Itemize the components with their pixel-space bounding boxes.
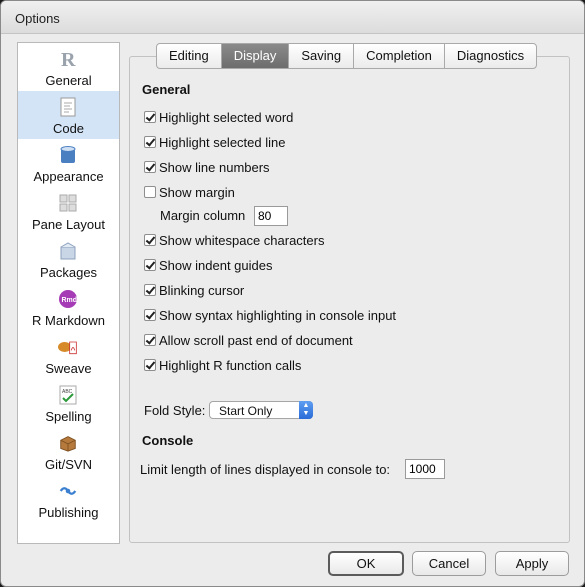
option-show-indent-guides[interactable]: Show indent guides — [144, 256, 272, 274]
option-show-margin[interactable]: Show margin — [144, 183, 235, 201]
option-label: Show margin — [159, 184, 235, 200]
r-logo-icon: R — [58, 49, 78, 69]
sidebar-item-general[interactable]: R General — [18, 43, 119, 91]
option-label: Show indent guides — [159, 257, 273, 273]
option-label: Blinking cursor — [159, 282, 245, 298]
spellcheck-icon: ABC — [58, 385, 78, 405]
fold-style-select[interactable]: Start Only ▲ ▼ — [209, 401, 313, 419]
option-highlight-selected-line[interactable]: Highlight selected line — [144, 133, 285, 151]
rmd-icon: Rmd — [58, 289, 78, 309]
sidebar-item-spelling[interactable]: ABC Spelling — [18, 379, 119, 427]
checkbox[interactable] — [144, 334, 156, 346]
sidebar-item-git-svn[interactable]: Git/SVN — [18, 427, 119, 475]
sidebar-item-r-markdown[interactable]: Rmd R Markdown — [18, 283, 119, 331]
checkbox[interactable] — [144, 161, 156, 173]
svg-text:ABC: ABC — [62, 389, 73, 395]
chevron-updown-icon: ▲ ▼ — [299, 401, 313, 419]
checkbox[interactable] — [144, 111, 156, 123]
sidebar-item-pane-layout[interactable]: Pane Layout — [18, 187, 119, 235]
git-box-icon — [58, 433, 78, 453]
checkbox[interactable] — [144, 136, 156, 148]
option-label: Highlight selected word — [159, 109, 294, 125]
fold-style-label: Fold Style: — [144, 403, 206, 418]
option-scroll-past-end[interactable]: Allow scroll past end of document — [144, 331, 353, 349]
sidebar-item-label: Appearance — [33, 169, 104, 184]
svg-text:R: R — [61, 49, 76, 69]
console-limit-label: Limit length of lines displayed in conso… — [140, 462, 391, 477]
cancel-button[interactable]: Cancel — [412, 551, 486, 576]
tab-saving[interactable]: Saving — [289, 44, 355, 68]
sidebar-item-label: Packages — [39, 265, 98, 280]
option-highlight-r-function-calls[interactable]: Highlight R function calls — [144, 356, 301, 374]
option-label: Highlight R function calls — [159, 357, 302, 373]
options-sidebar: R General Code Appearance Pane Layout Pa… — [17, 42, 120, 544]
checkbox[interactable] — [144, 234, 156, 246]
option-show-line-numbers[interactable]: Show line numbers — [144, 158, 270, 176]
checkbox[interactable] — [144, 309, 156, 321]
tab-diagnostics[interactable]: Diagnostics — [445, 44, 536, 68]
general-section-title: General — [142, 82, 191, 97]
sidebar-item-code[interactable]: Code — [18, 91, 119, 139]
option-blinking-cursor[interactable]: Blinking cursor — [144, 281, 244, 299]
window-title: Options — [15, 11, 60, 26]
console-limit-input[interactable] — [405, 459, 445, 479]
fold-style-value: Start Only — [219, 404, 273, 418]
option-label: Allow scroll past end of document — [159, 332, 353, 348]
tab-completion[interactable]: Completion — [354, 44, 445, 68]
option-label: Show syntax highlighting in console inpu… — [159, 307, 397, 323]
sidebar-item-label: Sweave — [45, 361, 92, 376]
console-section-title: Console — [142, 433, 194, 448]
tab-bar: Editing Display Saving Completion Diagno… — [156, 43, 538, 69]
checkbox[interactable] — [144, 359, 156, 371]
sidebar-item-label: Spelling — [45, 409, 92, 424]
tab-editing[interactable]: Editing — [157, 44, 222, 68]
code-document-icon — [58, 97, 78, 117]
sidebar-item-sweave[interactable]: Sweave — [18, 331, 119, 379]
sidebar-item-label: R Markdown — [32, 313, 105, 328]
title-bar: Options — [1, 1, 584, 34]
sidebar-item-packages[interactable]: Packages — [18, 235, 119, 283]
option-label: Highlight selected line — [159, 134, 286, 150]
checkbox[interactable] — [144, 186, 156, 198]
paint-bucket-icon — [58, 145, 78, 165]
publishing-icon — [58, 481, 78, 501]
option-label: Show whitespace characters — [159, 232, 325, 248]
sidebar-item-label: General — [45, 73, 92, 88]
checkbox[interactable] — [144, 284, 156, 296]
sidebar-item-appearance[interactable]: Appearance — [18, 139, 119, 187]
pane-layout-icon — [58, 193, 78, 213]
sweave-pdf-icon — [58, 337, 78, 357]
option-show-whitespace[interactable]: Show whitespace characters — [144, 231, 324, 249]
svg-text:Rmd: Rmd — [62, 297, 78, 304]
apply-button[interactable]: Apply — [495, 551, 569, 576]
package-box-icon — [58, 241, 78, 261]
checkbox[interactable] — [144, 259, 156, 271]
sidebar-item-publishing[interactable]: Publishing — [18, 475, 119, 523]
option-highlight-selected-word[interactable]: Highlight selected word — [144, 108, 293, 126]
ok-button[interactable]: OK — [328, 551, 404, 576]
margin-column-input[interactable] — [254, 206, 288, 226]
sidebar-item-label: Pane Layout — [31, 217, 105, 232]
tab-display[interactable]: Display — [221, 44, 290, 68]
sidebar-item-label: Git/SVN — [45, 457, 92, 472]
margin-column-label: Margin column — [160, 208, 246, 223]
option-label: Show line numbers — [159, 159, 270, 175]
option-syntax-highlighting-console[interactable]: Show syntax highlighting in console inpu… — [144, 306, 396, 324]
sidebar-item-label: Publishing — [38, 505, 99, 520]
options-dialog: Options R General Code Appearance Pane L — [0, 0, 585, 587]
sidebar-item-label: Code — [52, 121, 85, 136]
